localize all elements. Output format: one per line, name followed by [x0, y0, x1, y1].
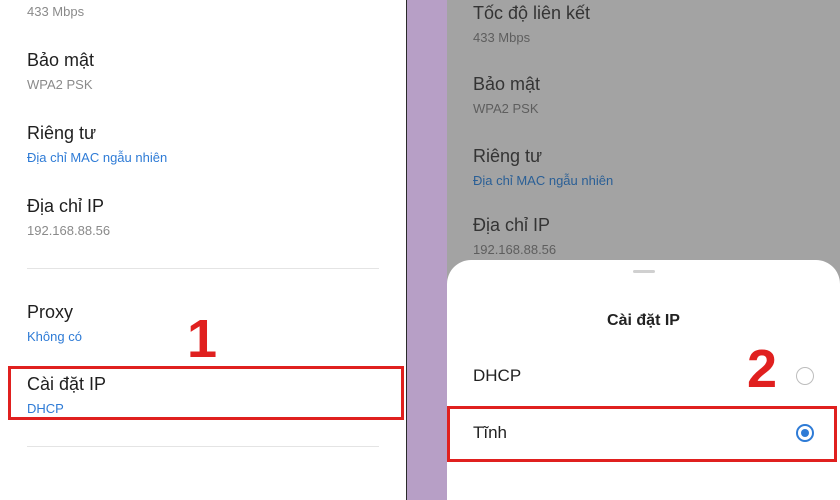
- step-marker-2: 2: [747, 339, 778, 399]
- ip-settings-dialog: Cài đặt IP DHCP Tĩnh: [447, 260, 840, 500]
- ip-address-value: 192.168.88.56: [473, 242, 557, 257]
- security-label: Bảo mật: [27, 50, 95, 70]
- privacy-value: Địa chỉ MAC ngẫu nhiên: [27, 150, 168, 165]
- privacy-row[interactable]: Riêng tư Địa chỉ MAC ngẫu nhiên: [447, 138, 840, 192]
- privacy-row[interactable]: Riêng tư Địa chỉ MAC ngẫu nhiên: [0, 113, 406, 175]
- option-static-label: Tĩnh: [473, 423, 508, 442]
- ip-settings-label: Cài đặt IP: [27, 374, 107, 394]
- security-row[interactable]: Bảo mật WPA2 PSK: [0, 40, 406, 102]
- ip-settings-value: DHCP: [27, 401, 64, 416]
- proxy-value: Không có: [27, 329, 82, 344]
- right-screen: Tốc độ liên kết 433 Mbps Bảo mật WPA2 PS…: [447, 0, 840, 500]
- link-speed-label: Tốc độ liên kết: [473, 3, 591, 23]
- ip-address-row: Địa chỉ IP 192.168.88.56: [0, 186, 406, 248]
- privacy-value: Địa chỉ MAC ngẫu nhiên: [473, 173, 614, 188]
- ip-address-value: 192.168.88.56: [27, 223, 111, 238]
- ip-address-label: Địa chỉ IP: [473, 215, 551, 235]
- option-dhcp[interactable]: DHCP: [447, 354, 840, 398]
- bottom-divider: [27, 446, 379, 447]
- ip-settings-row[interactable]: Cài đặt IP DHCP: [0, 366, 406, 420]
- privacy-label: Riêng tư: [473, 146, 543, 166]
- dialog-title: Cài đặt IP: [607, 312, 680, 329]
- security-row[interactable]: Bảo mật WPA2 PSK: [447, 66, 840, 120]
- ip-address-row: Địa chỉ IP 192.168.88.56: [447, 207, 840, 261]
- radio-selected-icon[interactable]: [796, 424, 814, 442]
- proxy-label: Proxy: [27, 302, 74, 322]
- step-marker-1: 1: [187, 309, 218, 369]
- drag-handle[interactable]: [633, 270, 655, 273]
- link-speed-row: Tốc độ liên kết 433 Mbps: [447, 0, 840, 50]
- link-speed-value: 433 Mbps: [473, 30, 531, 45]
- security-label: Bảo mật: [473, 74, 541, 94]
- section-divider: [27, 268, 379, 269]
- security-value: WPA2 PSK: [27, 77, 93, 92]
- option-static[interactable]: Tĩnh: [447, 410, 840, 458]
- security-value: WPA2 PSK: [473, 101, 539, 116]
- radio-unselected-icon[interactable]: [796, 367, 814, 385]
- ip-address-label: Địa chỉ IP: [27, 196, 105, 216]
- left-screen: 433 Mbps Bảo mật WPA2 PSK Riêng tư Địa c…: [0, 0, 407, 500]
- option-dhcp-label: DHCP: [473, 366, 522, 385]
- link-speed-value: 433 Mbps: [27, 4, 85, 19]
- privacy-label: Riêng tư: [27, 123, 97, 143]
